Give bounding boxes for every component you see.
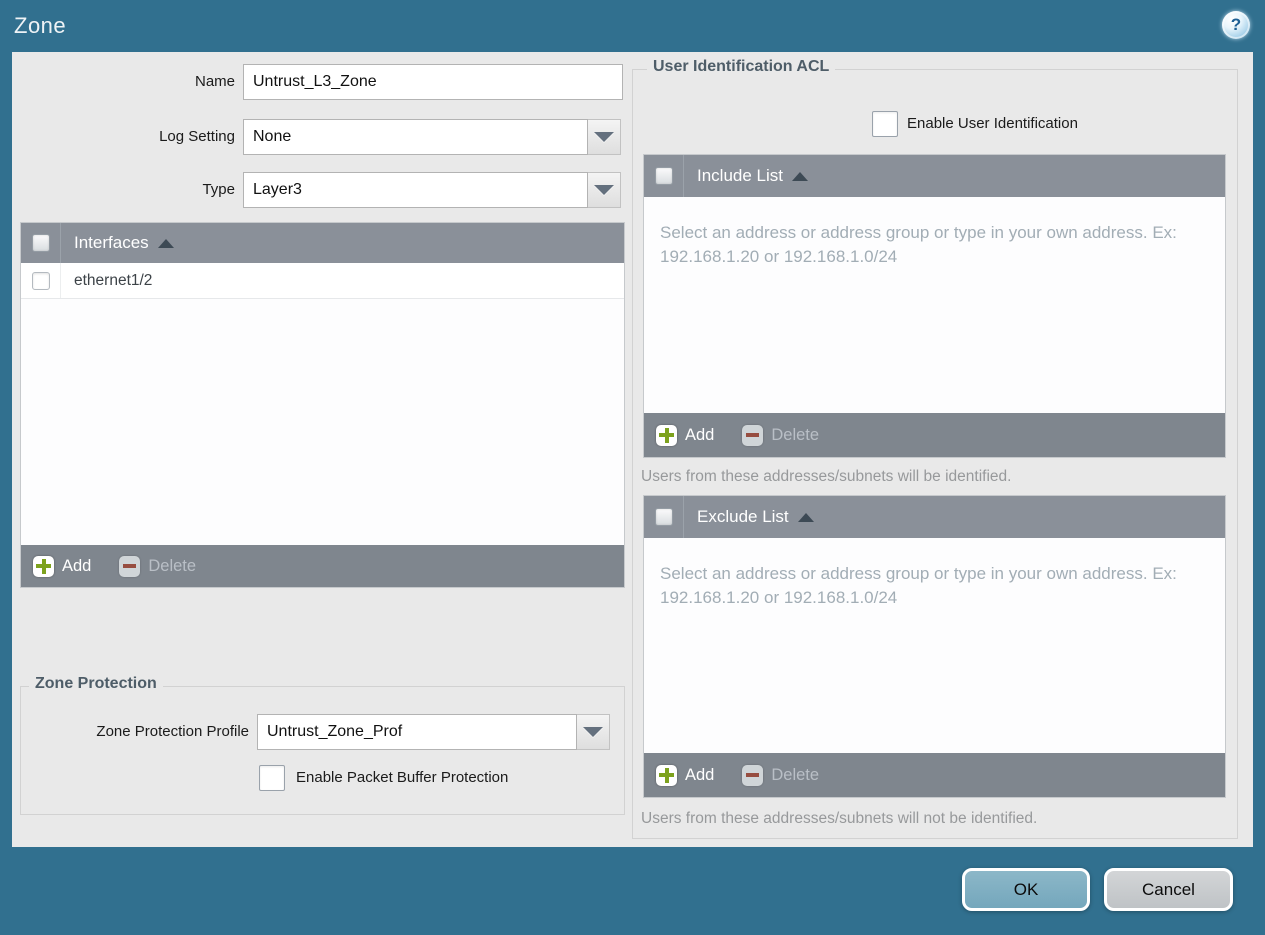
interface-row-checkbox[interactable] [31,271,50,290]
dialog-content: Name Log Setting None Type Layer3 Interf… [12,52,1253,847]
add-include-address-button[interactable]: Add [656,424,715,446]
log-setting-select[interactable]: None [243,119,621,155]
sort-ascending-icon [797,512,814,522]
zone-protection-profile-dropdown-button[interactable] [577,714,610,750]
enable-packet-buffer-protection-label: Enable Packet Buffer Protection [296,769,509,786]
help-icon[interactable]: ? [1222,11,1250,39]
type-select[interactable]: Layer3 [243,172,621,208]
add-interface-button[interactable]: Add [33,555,92,577]
user-identification-acl-section: User Identification ACL Enable User Iden… [632,58,1238,839]
type-value: Layer3 [243,172,588,208]
ok-button[interactable]: OK [962,868,1090,911]
zone-protection-profile-select[interactable]: Untrust_Zone_Prof [257,714,610,750]
log-setting-value: None [243,119,588,155]
enable-packet-buffer-protection-checkbox[interactable] [259,765,285,791]
log-setting-label: Log Setting [159,128,235,145]
exclude-list-placeholder: Select an address or address group or ty… [660,564,1177,607]
delete-exclude-address-button[interactable]: Delete [742,764,820,786]
delete-include-address-button[interactable]: Delete [742,424,820,446]
user-identification-acl-legend: User Identification ACL [647,58,836,76]
dialog-title: Zone [14,13,67,38]
include-list-table: Include List Select an address or addres… [643,154,1226,458]
chevron-down-icon [594,132,614,142]
include-list-footer: Add Delete [644,413,1225,457]
row-checkbox-cell [21,263,61,298]
log-setting-dropdown-button[interactable] [588,119,621,155]
delete-button-label: Delete [771,765,820,784]
zone-protection-profile-value: Untrust_Zone_Prof [257,714,577,750]
table-row[interactable]: ethernet1/2 [21,263,624,299]
exclude-header-checkbox-cell [644,496,684,538]
chevron-down-icon [594,185,614,195]
add-button-label: Add [62,556,92,575]
add-icon [656,424,677,446]
name-label: Name [194,73,235,90]
include-list-header[interactable]: Include List [644,155,1225,197]
delete-button-label: Delete [148,556,197,575]
delete-icon [119,555,141,577]
add-exclude-address-button[interactable]: Add [656,764,715,786]
enable-user-identification-label: Enable User Identification [907,115,1078,132]
zone-protection-section: Zone Protection Zone Protection Profile … [20,675,625,815]
exclude-list-note: Users from these addresses/subnets will … [641,810,1038,827]
sort-ascending-icon [157,238,174,248]
dialog-titlebar: Zone ? [0,0,1265,52]
zone-protection-legend: Zone Protection [29,675,163,693]
type-label: Type [202,181,235,198]
add-button-label: Add [685,425,715,444]
interfaces-table: Interfaces ethernet1/2 Add Delete [20,222,625,588]
select-all-exclude-checkbox[interactable] [654,508,673,526]
include-list-column-header[interactable]: Include List [697,166,783,186]
exclude-list-body[interactable]: Select an address or address group or ty… [644,538,1225,753]
type-dropdown-button[interactable] [588,172,621,208]
select-all-include-checkbox[interactable] [654,167,673,185]
delete-icon [742,424,764,446]
delete-button-label: Delete [771,425,820,444]
exclude-list-table: Exclude List Select an address or addres… [643,495,1226,798]
include-list-note: Users from these addresses/subnets will … [641,468,1012,485]
add-icon [33,555,54,577]
include-list-body[interactable]: Select an address or address group or ty… [644,197,1225,413]
cancel-button[interactable]: Cancel [1104,868,1233,911]
interfaces-table-footer: Add Delete [21,545,624,587]
exclude-list-footer: Add Delete [644,753,1225,797]
add-button-label: Add [685,765,715,784]
interface-name: ethernet1/2 [74,271,153,289]
interfaces-column-header[interactable]: Interfaces [74,233,149,253]
select-all-interfaces-checkbox[interactable] [31,234,50,252]
interfaces-header-checkbox-cell [21,223,61,263]
zone-protection-profile-label: Zone Protection Profile [96,723,249,740]
exclude-list-column-header[interactable]: Exclude List [697,507,789,527]
enable-user-identification-checkbox[interactable] [872,111,898,137]
delete-icon [742,764,764,786]
delete-interface-button[interactable]: Delete [119,555,197,577]
name-input[interactable] [243,64,623,100]
interfaces-table-header[interactable]: Interfaces [21,223,624,263]
include-list-placeholder: Select an address or address group or ty… [660,223,1177,266]
sort-ascending-icon [792,171,808,181]
interfaces-table-body: ethernet1/2 [21,263,624,545]
zone-dialog: Zone ? Name Log Setting None Type Layer3 [0,0,1265,935]
chevron-down-icon [583,727,603,737]
add-icon [656,764,677,786]
exclude-list-header[interactable]: Exclude List [644,496,1225,538]
include-header-checkbox-cell [644,155,684,197]
